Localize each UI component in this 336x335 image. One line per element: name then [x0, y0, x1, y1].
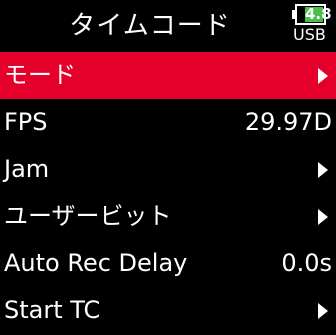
menu-item-label: Start TC — [4, 296, 101, 324]
menu-item-value: 0.0s — [281, 249, 332, 277]
menu-item-fps[interactable]: FPS 29.97D — [0, 99, 336, 146]
menu-item-label: FPS — [4, 108, 48, 136]
menu-item-label: ユーザービット — [4, 202, 172, 230]
page-title: タイムコード — [69, 11, 231, 41]
battery-icon: 4.8 — [295, 4, 332, 25]
chevron-right-icon — [318, 209, 328, 225]
header-bar: タイムコード 4.8 USB — [0, 0, 336, 52]
menu-item-auto-rec-delay[interactable]: Auto Rec Delay 0.0s — [0, 240, 336, 287]
power-source-label: USB — [293, 25, 326, 44]
chevron-right-icon — [318, 68, 328, 84]
device-screen: タイムコード 4.8 USB モード FPS 29.97D Jam ユーザービッ… — [0, 0, 336, 335]
menu-item-user-bits[interactable]: ユーザービット — [0, 193, 336, 240]
chevron-right-icon — [318, 303, 328, 319]
menu-item-label: Auto Rec Delay — [4, 249, 188, 277]
timecode-menu: モード FPS 29.97D Jam ユーザービット Auto Rec Dela… — [0, 52, 336, 334]
menu-item-label: モード — [4, 61, 76, 89]
battery-level: 4.8 — [305, 5, 332, 23]
menu-item-mode[interactable]: モード — [0, 52, 336, 99]
menu-item-jam[interactable]: Jam — [0, 146, 336, 193]
menu-item-label: Jam — [4, 155, 50, 183]
battery-indicator: 4.8 USB — [292, 4, 332, 48]
menu-item-value: 29.97D — [244, 108, 332, 136]
menu-item-start-tc[interactable]: Start TC — [0, 287, 336, 334]
chevron-right-icon — [318, 162, 328, 178]
